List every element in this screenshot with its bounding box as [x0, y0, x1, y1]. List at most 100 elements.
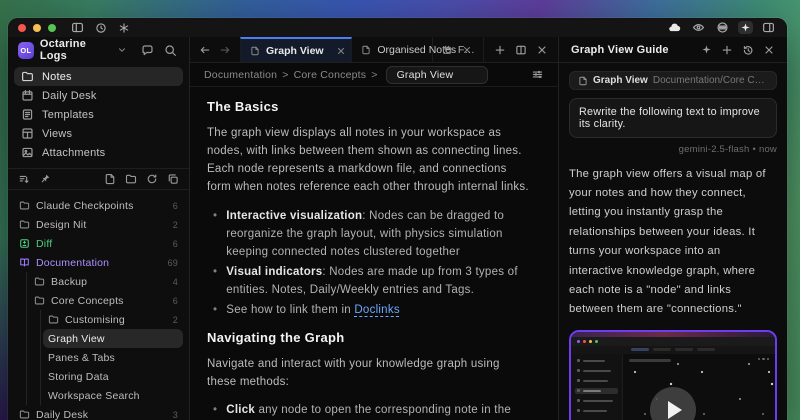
tree-item-documentation[interactable]: Documentation69 [14, 253, 183, 272]
close-pane-icon[interactable] [536, 44, 548, 56]
item-count: 3 [173, 410, 178, 420]
forward-arrow-icon[interactable] [219, 44, 231, 56]
ai-sparkle-icon[interactable] [701, 44, 712, 55]
ai-response-text: The graph view offers a visual map of yo… [569, 165, 777, 320]
eye-icon[interactable] [690, 20, 707, 35]
folder-icon [48, 314, 59, 325]
folder-icon [34, 295, 45, 306]
note-content[interactable]: The Basics The graph view displays all n… [190, 87, 558, 420]
pin-icon[interactable] [39, 173, 51, 185]
tree-item[interactable]: Panes & Tabs [43, 348, 183, 367]
sidebar-item-notes[interactable]: Notes [14, 67, 183, 86]
calendar-icon [21, 89, 34, 102]
minimize-window-button[interactable] [33, 24, 41, 32]
mini-sidebar [571, 354, 623, 420]
list-item: • Click any node to open the correspondi… [213, 401, 532, 420]
sparkle-icon[interactable] [116, 21, 132, 35]
vault-icon[interactable] [714, 20, 731, 35]
close-panel-icon[interactable] [763, 44, 775, 56]
cloud-sync-icon[interactable] [666, 20, 683, 35]
history-icon[interactable] [742, 44, 754, 56]
tree-item-diff[interactable]: Diff6 [14, 234, 183, 253]
titlebar [8, 18, 787, 37]
new-tab-icon[interactable] [494, 44, 506, 56]
doclinks-link[interactable]: Doclinks [354, 304, 399, 316]
split-pane-icon[interactable] [515, 44, 527, 56]
sidebar-item-views[interactable]: Views [14, 124, 183, 143]
tune-icon[interactable] [531, 68, 544, 81]
paragraph: The graph view displays all notes in you… [207, 124, 532, 197]
item-count: 2 [173, 315, 178, 325]
sidebar: OL Octarine Logs Notes Daily Desk [8, 37, 190, 420]
workspace-avatar: OL [18, 42, 34, 59]
workspace-name[interactable]: Octarine Logs [40, 38, 111, 62]
breadcrumb: Documentation > Core Concepts > Graph Vi… [190, 63, 558, 87]
diff-icon [19, 238, 30, 249]
paragraph: Navigate and interact with your knowledg… [207, 355, 532, 391]
sidebar-item-templates[interactable]: Templates [14, 105, 183, 124]
list-item: • Interactive visualization: Nodes can b… [213, 207, 532, 261]
item-count: 6 [173, 296, 178, 306]
mini-titlebar [571, 337, 775, 346]
mini-tab-strip [571, 346, 775, 354]
tree-item[interactable]: Core Concepts6 [29, 291, 183, 310]
chip-title: Graph View [593, 75, 648, 86]
tree-item-graph-view[interactable]: Graph View [43, 329, 183, 348]
video-embed[interactable] [569, 330, 777, 420]
item-count: 6 [173, 239, 178, 249]
panel-left-toggle-icon[interactable] [69, 20, 86, 35]
ai-panel: Graph View Guide Graph View Documentatio… [558, 37, 787, 420]
document-icon [361, 45, 371, 55]
tree-item[interactable]: Design Nit2 [14, 215, 183, 234]
new-folder-icon[interactable] [125, 173, 137, 185]
ai-chat-body: Graph View Documentation/Core Concepts R… [559, 63, 787, 420]
comments-icon[interactable] [139, 42, 156, 59]
document-icon [250, 46, 260, 56]
zoom-window-button[interactable] [48, 24, 56, 32]
new-chat-icon[interactable] [721, 44, 733, 56]
tab-bar: Graph View Documentation Organised Notes… [190, 37, 558, 63]
sidebar-nav: Notes Daily Desk Templates Views Attachm… [8, 63, 189, 168]
refresh-icon[interactable] [146, 173, 158, 185]
tree-item[interactable]: Customising2 [43, 310, 183, 329]
context-chip[interactable]: Graph View Documentation/Core Concepts [569, 71, 777, 90]
nav-label: Views [42, 128, 72, 140]
sort-icon[interactable] [18, 173, 30, 185]
sidebar-item-attachments[interactable]: Attachments [14, 143, 183, 162]
breadcrumb-part[interactable]: Documentation [204, 69, 277, 81]
note-title-input[interactable]: Graph View [386, 66, 489, 84]
breadcrumb-part[interactable]: Core Concepts [294, 69, 367, 81]
tab-graph-view[interactable]: Graph View Documentation [240, 37, 352, 62]
close-tab-icon[interactable] [336, 46, 346, 56]
nav-label: Daily Desk [42, 90, 97, 102]
tab-organised-notes[interactable]: Organised Notes [352, 37, 433, 62]
sidebar-item-daily-desk[interactable]: Daily Desk [14, 86, 183, 105]
template-icon [21, 108, 34, 121]
back-arrow-icon[interactable] [199, 44, 211, 56]
panel-right-toggle-icon[interactable] [760, 20, 777, 35]
tab-friday[interactable]: Friday, D [433, 37, 484, 62]
breadcrumb-separator: > [371, 69, 377, 81]
close-window-button[interactable] [18, 24, 26, 32]
list-item: • Visual indicators: Nodes are made up f… [213, 263, 532, 299]
user-prompt-bubble: Rewrite the following text to improve it… [569, 98, 777, 138]
duplicate-icon[interactable] [167, 173, 179, 185]
item-count: 4 [173, 277, 178, 287]
section-heading: Navigating the Graph [207, 330, 532, 345]
section-heading: The Basics [207, 99, 532, 114]
document-icon [578, 76, 588, 86]
folder-icon [34, 276, 45, 287]
item-count: 69 [168, 258, 178, 268]
ai-assistant-icon[interactable] [738, 21, 753, 34]
tree-item[interactable]: Storing Data [43, 367, 183, 386]
tree-item[interactable]: Daily Desk3 [14, 405, 183, 420]
tree-item[interactable]: Workspace Search [43, 386, 183, 405]
search-icon[interactable] [162, 42, 179, 59]
clock-icon[interactable] [93, 21, 109, 35]
folder-icon [19, 409, 30, 420]
tree-item[interactable]: Backup4 [29, 272, 183, 291]
new-file-icon[interactable] [104, 173, 116, 185]
file-tree: Claude Checkpoints6 Design Nit2 Diff6 Do… [8, 190, 189, 420]
tree-item[interactable]: Claude Checkpoints6 [14, 196, 183, 215]
chevron-down-icon[interactable] [117, 45, 127, 55]
